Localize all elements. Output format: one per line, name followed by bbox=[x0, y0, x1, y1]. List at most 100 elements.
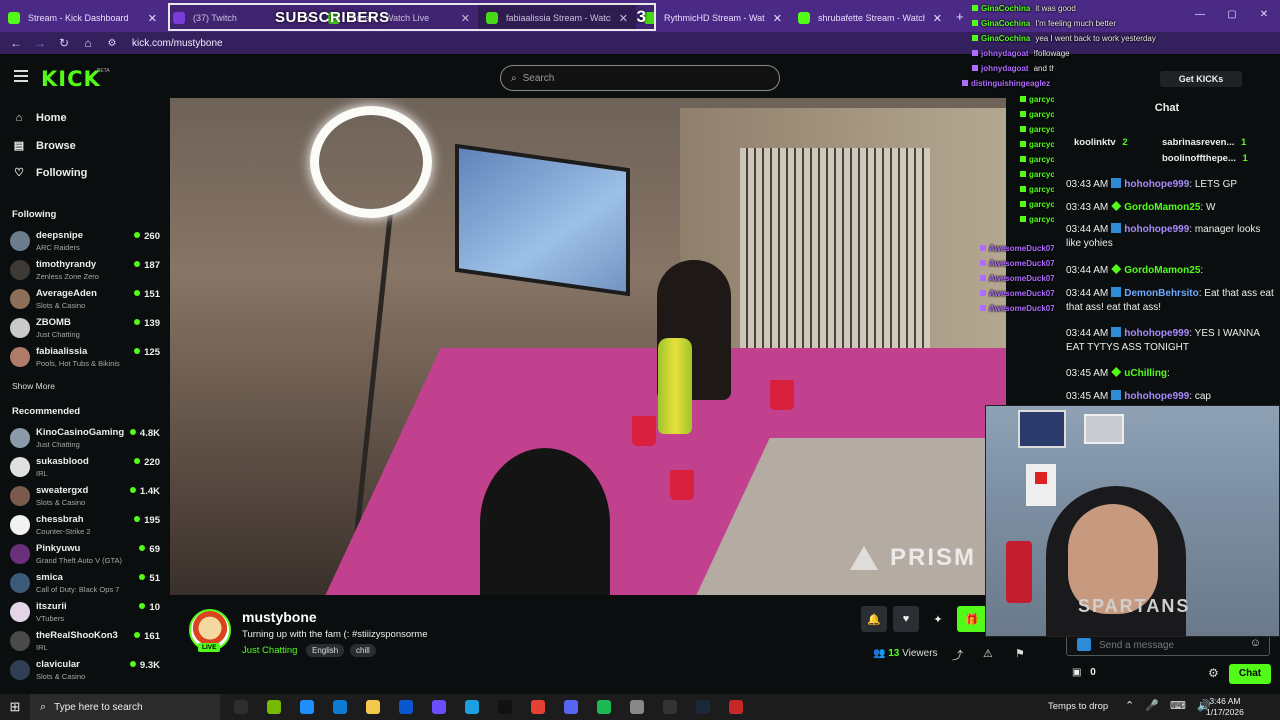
sidebar-channel[interactable]: ZBOMB Just Chatting 139 bbox=[10, 315, 160, 343]
chat-username[interactable]: hohohope999 bbox=[1124, 179, 1189, 190]
nav-browse[interactable]: ▤ Browse bbox=[12, 139, 76, 153]
sidebar-channel[interactable]: smica Call of Duty: Black Ops 7 51 bbox=[10, 570, 160, 598]
nav-home[interactable]: ⌂ Home bbox=[12, 112, 67, 124]
streamer-name[interactable]: mustybone bbox=[242, 609, 317, 625]
menu-icon[interactable] bbox=[14, 70, 28, 82]
clip-button[interactable]: ✦ bbox=[925, 606, 951, 632]
chat-message[interactable]: 03:44 AM hohohope999: YES I WANNA EAT TYT… bbox=[1066, 327, 1274, 355]
taskbar-app-icon[interactable] bbox=[389, 694, 422, 720]
user-options-icon[interactable]: ⚑ bbox=[1015, 647, 1025, 660]
report-icon[interactable]: ⚠ bbox=[983, 647, 993, 660]
sidebar-channel[interactable]: AverageAden Slots & Casino 151 bbox=[10, 286, 160, 314]
tab-close-icon[interactable]: ✕ bbox=[303, 12, 312, 25]
chat-message-input[interactable] bbox=[1099, 637, 1239, 653]
tab-close-icon[interactable]: ✕ bbox=[933, 12, 942, 25]
tab-close-icon[interactable]: ✕ bbox=[773, 12, 782, 25]
nav-following[interactable]: ♡ Following bbox=[12, 166, 87, 180]
sidebar-channel[interactable]: sweatergxd Slots & Casino 1.4K bbox=[10, 483, 160, 511]
sidebar-channel[interactable]: itszurii VTubers 10 bbox=[10, 599, 160, 627]
taskbar-app-icon[interactable] bbox=[719, 694, 752, 720]
chat-leaderboard-item[interactable]: sabrinasreven... 1 bbox=[1162, 137, 1246, 148]
system-tray[interactable]: ⌃ 🎤 ⌨ 🔊 bbox=[1125, 699, 1215, 712]
taskbar-app-icon[interactable] bbox=[686, 694, 719, 720]
emote-icon[interactable]: ☺ bbox=[1250, 637, 1261, 649]
sidebar-channel[interactable]: theRealShooKon3 IRL 161 bbox=[10, 628, 160, 656]
taskbar-app-icon[interactable] bbox=[620, 694, 653, 720]
chat-username[interactable]: hohohope999 bbox=[1124, 224, 1189, 235]
taskbar-app-icon[interactable] bbox=[224, 694, 257, 720]
show-more-link[interactable]: Show More bbox=[12, 381, 55, 391]
channel-points[interactable]: ▣ 0 bbox=[1072, 667, 1096, 678]
chat-leaderboard-item[interactable]: boolinoffthepe... 1 bbox=[1162, 153, 1248, 164]
browser-tab-active[interactable]: fabiaalissia Stream - Watch Live ✕ bbox=[478, 5, 636, 31]
sidebar-channel[interactable]: fabiaalissia Pools, Hot Tubs & Bikinis 1… bbox=[10, 344, 160, 372]
chat-message[interactable]: 03:45 AM hohohope999: cap bbox=[1066, 390, 1274, 404]
chat-username[interactable]: DemonBehrsito bbox=[1124, 288, 1198, 299]
back-icon[interactable]: ← bbox=[4, 36, 28, 50]
sidebar-channel[interactable]: KinoCasinoGaming Just Chatting 4.8K bbox=[10, 425, 160, 453]
chat-username[interactable]: GordoMamon25 bbox=[1124, 265, 1200, 276]
chat-username[interactable]: hohohope999 bbox=[1124, 328, 1189, 339]
search-bar[interactable]: ⌕ Search bbox=[500, 65, 780, 91]
chat-message[interactable]: 03:44 AM DemonBehrsito: Eat that ass eat … bbox=[1066, 287, 1274, 315]
chat-message[interactable]: 03:44 AM hohohope999: manager looks like … bbox=[1066, 223, 1274, 251]
gift-subscription-button[interactable]: 🎁 bbox=[957, 606, 987, 632]
chat-username[interactable]: GordoMamon25 bbox=[1124, 202, 1200, 213]
browser-tab[interactable]: Stream - Watch Live ✕ bbox=[320, 5, 478, 31]
browser-tab[interactable]: Stream - Kick Dashboard ✕ bbox=[0, 5, 165, 31]
share-icon[interactable]: ⤴ bbox=[952, 647, 963, 663]
follow-button[interactable]: ♥ bbox=[893, 606, 919, 632]
maximize-icon[interactable]: ▢ bbox=[1216, 9, 1248, 20]
sidebar-channel[interactable]: deepsnipe ARC Raiders 260 bbox=[10, 228, 160, 256]
sidebar-channel[interactable]: chessbrah Counter-Strike 2 195 bbox=[10, 512, 160, 540]
reload-icon[interactable]: ↻ bbox=[52, 36, 76, 50]
chat-username[interactable]: uChilling bbox=[1124, 368, 1167, 379]
tab-close-icon[interactable]: ✕ bbox=[619, 12, 628, 25]
sidebar-channel[interactable]: timothyrandy Zenless Zone Zero 187 bbox=[10, 257, 160, 285]
get-kicks-button[interactable]: Get KICKs bbox=[1160, 71, 1242, 87]
taskbar-app-icon[interactable] bbox=[257, 694, 290, 720]
taskbar-app-icon[interactable] bbox=[521, 694, 554, 720]
minimize-icon[interactable]: — bbox=[1184, 9, 1216, 20]
video-player[interactable]: PRISM L bbox=[170, 98, 1006, 595]
taskbar-app-icon[interactable] bbox=[290, 694, 323, 720]
taskbar-app-icon[interactable] bbox=[455, 694, 488, 720]
sidebar-channel[interactable]: sukasblood IRL 220 bbox=[10, 454, 160, 482]
chat-message[interactable]: 03:44 AM GordoMamon25: bbox=[1066, 264, 1274, 278]
kick-logo[interactable]: KICK bbox=[41, 67, 101, 91]
taskbar-app-icon[interactable] bbox=[356, 694, 389, 720]
new-tab-icon[interactable]: + bbox=[956, 9, 964, 24]
tab-close-icon[interactable]: ✕ bbox=[461, 12, 470, 25]
chat-username[interactable]: hohohope999 bbox=[1124, 391, 1189, 402]
windows-start-icon[interactable]: ⊞ bbox=[0, 699, 30, 715]
stream-tag[interactable]: English bbox=[306, 644, 345, 657]
close-window-icon[interactable]: ✕ bbox=[1248, 9, 1280, 20]
sidebar-channel[interactable]: Pinkyuwu Grand Theft Auto V (GTA) 69 bbox=[10, 541, 160, 569]
chat-message[interactable]: 03:45 AM uChilling: bbox=[1066, 367, 1274, 381]
stream-tag[interactable]: chill bbox=[350, 644, 376, 657]
taskbar-weather[interactable]: Temps to drop bbox=[1048, 701, 1108, 712]
tab-close-icon[interactable]: ✕ bbox=[148, 12, 157, 25]
taskbar-search[interactable]: ⌕ Type here to search bbox=[30, 694, 220, 720]
chat-settings-icon[interactable]: ⚙ bbox=[1208, 666, 1219, 680]
chat-message[interactable]: 03:43 AM GordoMamon25: W bbox=[1066, 201, 1274, 215]
chat-send-button[interactable]: Chat bbox=[1229, 664, 1271, 684]
browser-tab[interactable]: (37) Twitch ✕ bbox=[165, 5, 320, 31]
home-browser-icon[interactable]: ⌂ bbox=[76, 36, 100, 50]
taskbar-app-icon[interactable] bbox=[422, 694, 455, 720]
sidebar-channel[interactable]: clavicular Slots & Casino 9.3K bbox=[10, 657, 160, 685]
taskbar-app-icon[interactable] bbox=[653, 694, 686, 720]
stream-category[interactable]: Just Chatting bbox=[242, 645, 297, 656]
browser-tab[interactable]: RythmicHD Stream - Watch Live ✕ bbox=[636, 5, 790, 31]
browser-tab[interactable]: shrubafette Stream - Watch Live ✕ bbox=[790, 5, 950, 31]
taskbar-app-icon[interactable] bbox=[323, 694, 356, 720]
url-field[interactable]: kick.com/mustybone bbox=[132, 38, 223, 49]
chat-leaderboard-item[interactable]: koolinktv 2 bbox=[1074, 137, 1128, 148]
notification-bell-button[interactable]: 🔔 bbox=[861, 606, 887, 632]
chat-message[interactable]: 03:43 AM hohohope999: LETS GP bbox=[1066, 178, 1274, 192]
taskbar-app-icon[interactable] bbox=[554, 694, 587, 720]
site-info-icon[interactable]: ⚙ bbox=[100, 38, 124, 49]
taskbar-app-icon[interactable] bbox=[488, 694, 521, 720]
taskbar-app-icon[interactable] bbox=[587, 694, 620, 720]
taskbar-clock[interactable]: 3:46 AM 1/17/2026 bbox=[1206, 696, 1244, 718]
